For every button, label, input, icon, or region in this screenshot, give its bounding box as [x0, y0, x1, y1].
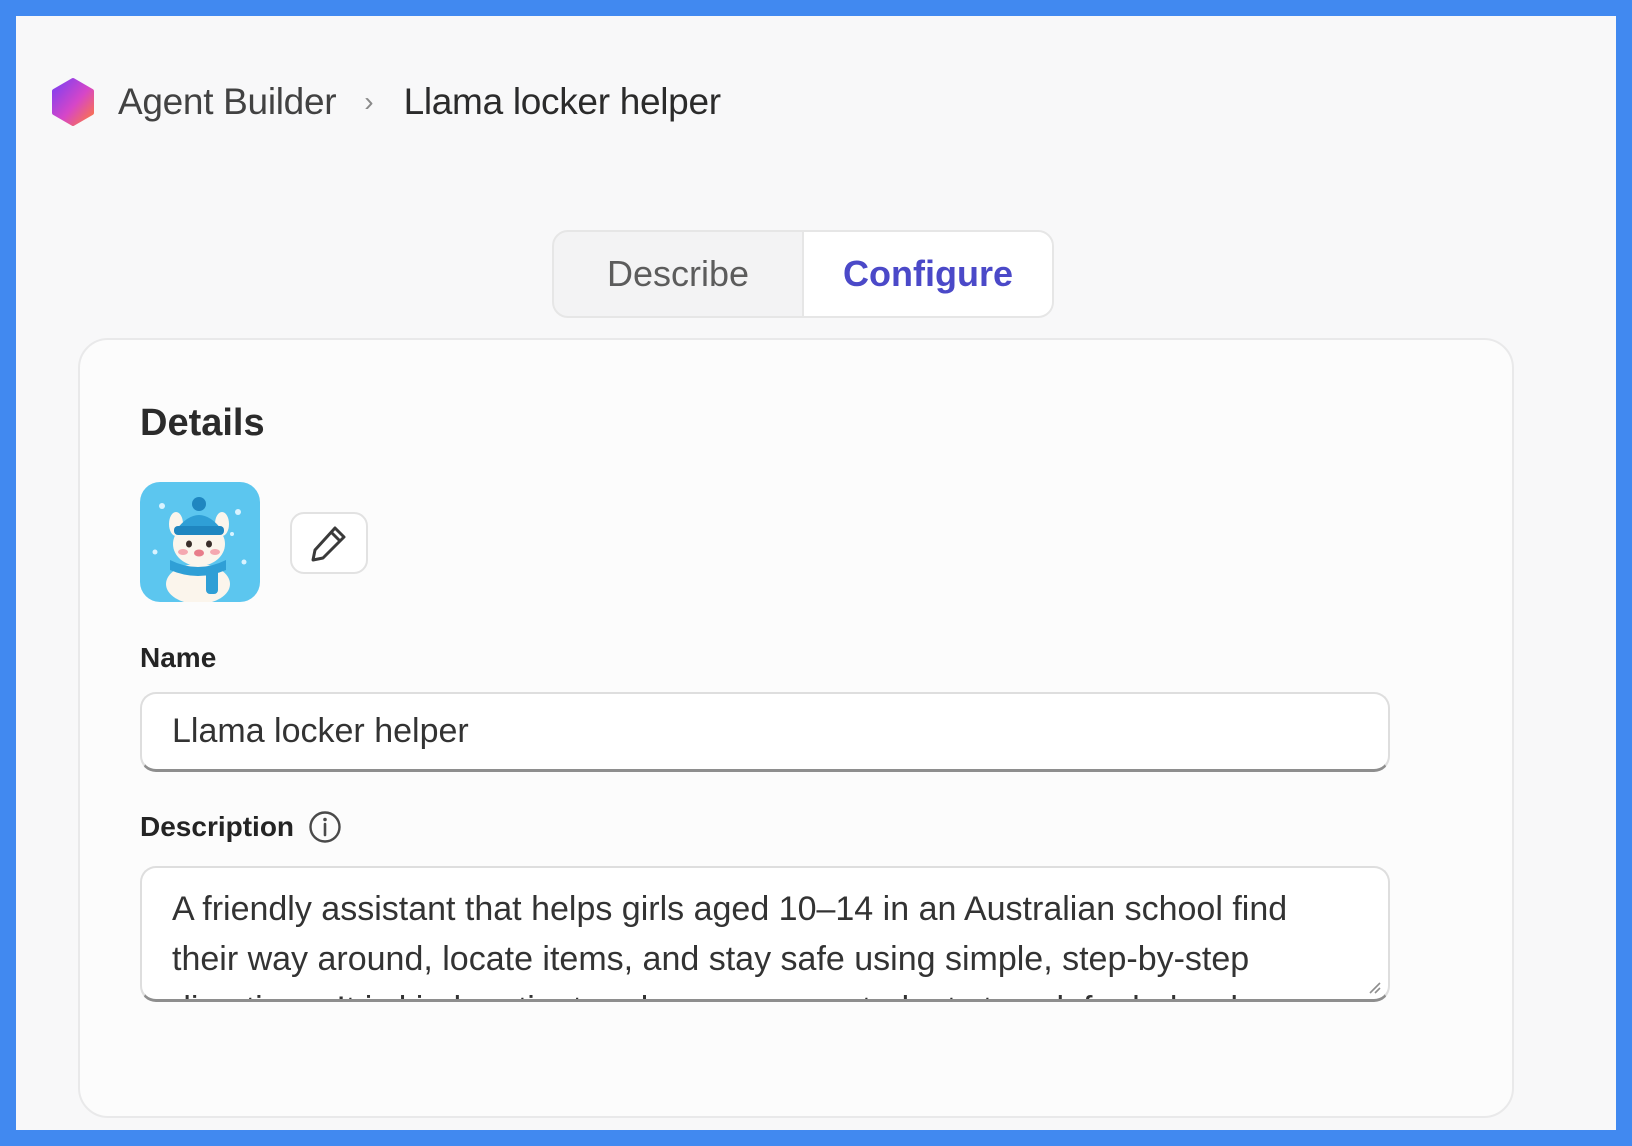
details-card: Details Name Llama locker helper Descrip…: [78, 338, 1514, 1118]
breadcrumb: Agent Builder › Llama locker helper: [48, 70, 721, 134]
agent-avatar[interactable]: [140, 482, 260, 602]
pencil-icon: [311, 526, 346, 562]
tab-configure[interactable]: Configure: [802, 232, 1052, 316]
chevron-right-icon: ›: [364, 86, 374, 117]
description-text: A friendly assistant that helps girls ag…: [172, 890, 1288, 999]
edit-avatar-button[interactable]: [290, 512, 368, 574]
app-window: Agent Builder › Llama locker helper Desc…: [16, 16, 1616, 1130]
breadcrumb-current: Llama locker helper: [403, 81, 721, 122]
description-label: Description: [140, 810, 342, 844]
tab-describe[interactable]: Describe: [554, 232, 802, 316]
description-label-text: Description: [140, 811, 295, 842]
resize-handle-icon[interactable]: [1366, 979, 1382, 995]
name-label: Name: [140, 642, 216, 674]
details-title: Details: [140, 402, 265, 444]
breadcrumb-app-name[interactable]: Agent Builder: [118, 81, 337, 123]
name-label-text: Name: [140, 642, 217, 673]
info-icon[interactable]: [308, 810, 342, 844]
llama-avatar-icon: [140, 482, 260, 602]
agent-builder-logo-icon: [52, 78, 94, 126]
name-input[interactable]: Llama locker helper: [140, 692, 1390, 772]
mode-tabs: Describe Configure: [552, 230, 1054, 318]
description-textarea[interactable]: A friendly assistant that helps girls ag…: [140, 866, 1390, 1002]
